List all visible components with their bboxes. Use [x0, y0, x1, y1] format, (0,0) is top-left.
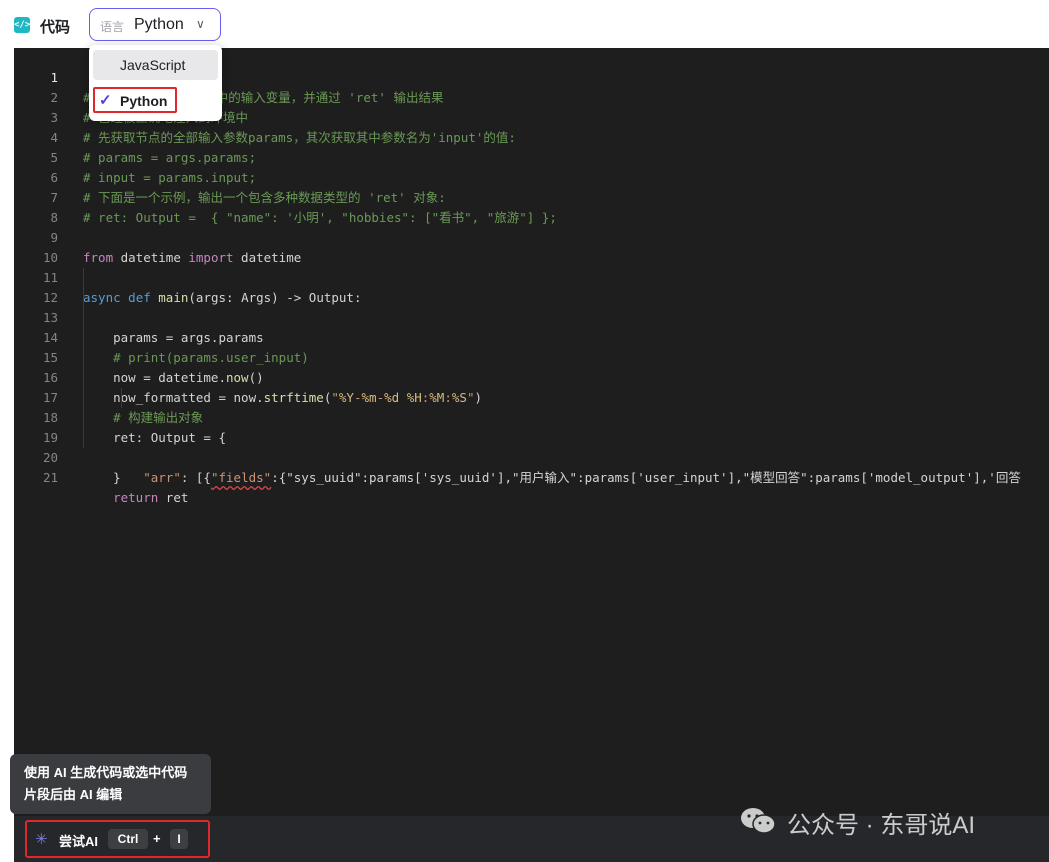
language-option-label: Python: [120, 93, 168, 109]
indent-guide: [83, 348, 84, 368]
shortcut-plus: +: [153, 831, 161, 846]
indent-guide: [83, 328, 84, 348]
code-line: 12 params = args.params: [14, 268, 1049, 345]
code-line: 13 # print(params.user_input): [14, 288, 1049, 365]
code-line: 17 ret: Output = {: [14, 368, 1049, 445]
code-line: 15 now_formatted = now.strftime("%Y-%m-%…: [14, 328, 1049, 405]
code-line: 9 from datetime import datetime: [14, 208, 1049, 265]
indent-guide: [83, 428, 84, 448]
sparkle-loading-icon: ✳: [35, 831, 48, 848]
indent-guide: [83, 408, 84, 428]
code-line: 20 return ret: [14, 428, 1049, 505]
indent-guide: [83, 288, 84, 308]
code-line: 6 # 下面是一个示例，输出一个包含多种数据类型的 'ret' 对象:: [14, 148, 1049, 205]
language-option-python[interactable]: ✓ Python: [93, 87, 177, 113]
shortcut-key-ctrl: Ctrl: [108, 829, 148, 849]
language-option-javascript[interactable]: JavaScript: [93, 50, 218, 80]
indent-guide: [121, 388, 122, 408]
language-select-value: Python: [134, 16, 184, 33]
code-line: 8: [14, 188, 1049, 225]
chevron-down-icon: ∨: [196, 17, 205, 31]
code-icon: </>: [14, 17, 30, 33]
code-line: 16 # 构建输出对象: [14, 348, 1049, 425]
indent-guide: [83, 268, 84, 288]
shortcut-key-i: I: [170, 829, 188, 849]
wechat-icon: [741, 808, 776, 834]
tooltip-line: 片段后由 AI 编辑: [24, 787, 123, 802]
tooltip-line: 使用 AI 生成代码或选中代码: [24, 765, 188, 780]
try-ai-label: 尝试AI: [59, 834, 99, 849]
code-line: 7 # ret: Output = { "name": '小明', "hobbi…: [14, 168, 1049, 225]
page-title: 代码: [40, 19, 71, 36]
line-number: 21: [42, 470, 58, 485]
indent-guide: [83, 368, 84, 388]
try-ai-button[interactable]: ✳ 尝试AI Ctrl + I: [25, 820, 210, 858]
checkmark-icon: ✓: [99, 92, 112, 109]
code-line: 5 # input = params.input;: [14, 128, 1049, 185]
language-select[interactable]: 语言 Python ∨: [89, 8, 221, 41]
code-line: 18 "arr": [{"fields":{"sys_uuid":params[…: [14, 388, 1049, 485]
code-line: 14 now = datetime.now(): [14, 308, 1049, 385]
ai-tooltip: 使用 AI 生成代码或选中代码 片段后由 AI 编辑: [10, 754, 211, 814]
indent-guide: [83, 388, 84, 408]
watermark-text: 公众号 · 东哥说AI: [787, 812, 976, 839]
code-line: 11 async def main(args: Args) -> Output:: [14, 248, 1049, 305]
editor-header: </> 代码 语言 Python ∨: [0, 0, 1049, 48]
code-line: 19 }: [14, 408, 1049, 485]
language-dropdown-menu: JavaScript ✓ Python: [89, 45, 222, 121]
code-text: "arr": [{"fields":{"sys_uuid":params['sy…: [143, 470, 1021, 485]
indent-guide: [83, 308, 84, 328]
code-text: }: [83, 470, 121, 485]
language-option-label: JavaScript: [120, 57, 186, 73]
code-editor[interactable]: 1 # 'args' 获取节点中的输入变量，并通过 'ret' 输出结果 2 #…: [14, 48, 1049, 816]
code-text: return ret: [113, 490, 189, 505]
code-line: 21: [14, 448, 1049, 485]
language-select-prefix: 语言: [100, 20, 125, 34]
code-line: 10: [14, 228, 1049, 265]
